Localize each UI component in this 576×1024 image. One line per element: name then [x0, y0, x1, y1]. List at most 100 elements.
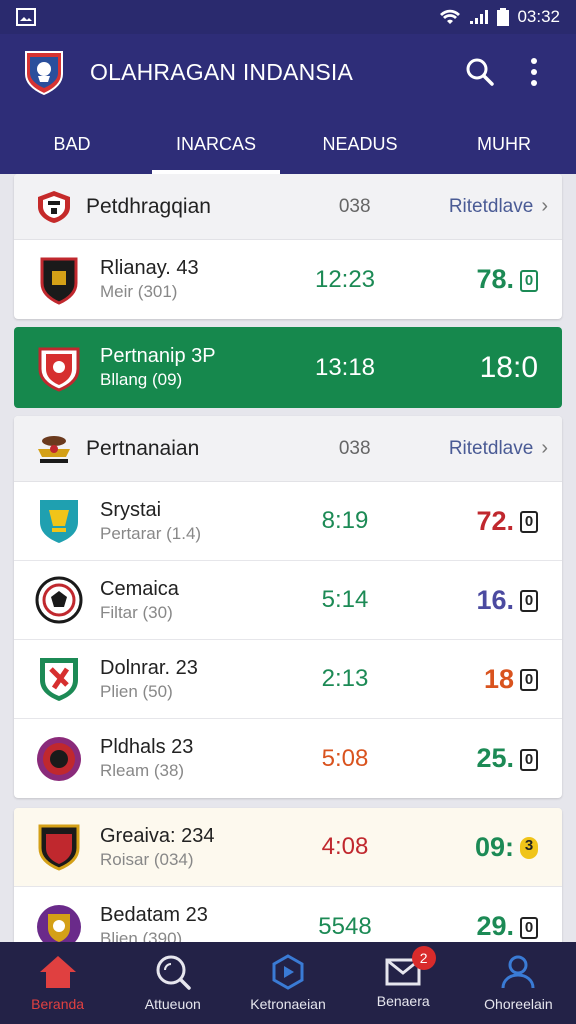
nav-beranda[interactable]: Beranda [0, 942, 115, 1024]
match-score: 78. 0 [410, 264, 542, 295]
score-value: 29. [476, 911, 514, 941]
match-row[interactable]: Pldhals 23 Rleam (38) 5:08 25. 0 [14, 719, 562, 798]
home-icon [39, 956, 76, 988]
search-icon [156, 955, 191, 990]
team-name: Bedatam 23 [100, 904, 208, 926]
team-logo-icon [40, 257, 78, 305]
nav-label: Ohoreelain [484, 996, 553, 1012]
live-match-row[interactable]: Pertnanip 3P Bllang (09) 13:18 18:0 [14, 327, 562, 408]
match-score: 16. 0 [410, 585, 542, 616]
league-card: Petdhragqian 038 Ritetdlave › Rlianay. 4… [14, 174, 562, 319]
match-score: 25. 0 [410, 743, 542, 774]
team-name: Pertnanip 3P [100, 345, 216, 367]
team-detail: Rleam (38) [100, 761, 185, 780]
team-detail: Roisar (034) [100, 849, 194, 869]
team-detail: Meir (301) [100, 282, 178, 301]
score-box-icon: 3 [520, 837, 538, 860]
nav-label: Beranda [31, 996, 85, 1012]
score-value: 72. [476, 505, 514, 536]
league-link[interactable]: Ritetdlave [449, 438, 534, 460]
search-icon [466, 58, 494, 86]
team-detail: Bllang (09) [100, 370, 183, 389]
team-logo-icon [38, 347, 80, 392]
image-icon [16, 8, 36, 26]
league-link[interactable]: Ritetdlave [449, 196, 534, 218]
match-row[interactable]: Greaiva: 234 Roisar (034) 4:08 09: 3 [14, 808, 562, 887]
score-value: 25. [476, 743, 514, 773]
team-name: Dolnrar. 23 [100, 656, 198, 679]
app-title: OLAHRAGAN INDANSIA [90, 58, 354, 85]
team-name: Cemaica [100, 577, 179, 600]
score-box-icon: 0 [520, 669, 538, 692]
score-box-icon: 0 [520, 511, 538, 534]
search-button[interactable] [460, 52, 500, 92]
league-header[interactable]: Petdhragqian 038 Ritetdlave › [14, 174, 562, 240]
team-logo-icon [40, 658, 78, 701]
nav-label: Ketronaeian [250, 996, 326, 1012]
team-logo-icon [40, 500, 78, 543]
team-detail: Plien (50) [100, 681, 173, 701]
match-row[interactable]: Cemaica Filtar (30) 5:14 16. 0 [14, 561, 562, 640]
bottom-nav: Beranda Attueuon Ketronaeian Benaera 2 O… [0, 942, 576, 1024]
nav-ohoreelain[interactable]: Ohoreelain [461, 942, 576, 1024]
more-vertical-icon [531, 58, 537, 86]
nav-benaera[interactable]: Benaera 2 [346, 942, 461, 1024]
app-bar: OLAHRAGAN INDANSIA [0, 34, 576, 110]
team-detail: Blien (390) [100, 929, 183, 942]
highlight-card: Greaiva: 234 Roisar (034) 4:08 09: 3 Beda… [14, 808, 562, 942]
match-time: 8:19 [321, 507, 369, 534]
app-logo-icon [25, 51, 63, 95]
nav-ketronaeian[interactable]: Ketronaeian [230, 942, 345, 1024]
league-name: Petdhragqian [86, 194, 211, 218]
team-detail: Pertarar (1.4) [100, 523, 202, 543]
match-time: 13:18 [314, 353, 376, 381]
score-box-icon: 0 [520, 748, 538, 771]
match-score: 18:0 [479, 350, 538, 384]
team-name: Srystai [100, 498, 162, 521]
score-value: 78. [476, 264, 514, 294]
match-score: 72. 0 [410, 506, 542, 537]
team-logo-icon [37, 904, 81, 942]
match-row[interactable]: Rlianay. 43 Meir (301) 12:23 78. 0 [14, 240, 562, 319]
notification-badge: 2 [411, 946, 436, 970]
tab-inarcas[interactable]: INARCAS [144, 110, 288, 174]
team-logo-icon [38, 824, 80, 871]
match-row[interactable]: Srystai Pertarar (1.4) 8:19 72. 0 [14, 482, 562, 561]
nav-label: Benaera [376, 993, 430, 1009]
wifi-icon [440, 9, 461, 24]
match-row[interactable]: Bedatam 23 Blien (390) 5548 29. 0 [14, 887, 562, 942]
nav-attueuon[interactable]: Attueuon [115, 942, 230, 1024]
status-time: 03:32 [517, 7, 560, 26]
match-time: 12:23 [314, 265, 376, 293]
team-logo-icon [37, 736, 81, 781]
league-count: 038 [338, 437, 371, 459]
score-value: 09: [474, 831, 514, 862]
tab-muhr[interactable]: MUHR [432, 110, 576, 174]
match-time: 4:08 [321, 833, 369, 860]
team-detail: Filtar (30) [100, 602, 173, 622]
tab-neadus[interactable]: NEADUS [288, 110, 432, 174]
status-bar: 03:32 [0, 0, 576, 34]
tab-bad[interactable]: BAD [0, 110, 144, 174]
nav-label: Attueuon [144, 996, 201, 1012]
match-score: 18 0 [410, 664, 542, 695]
league-card: Pertnanaian 038 Ritetdlave › Srystai Per… [14, 416, 562, 798]
match-time: 5548 [318, 912, 372, 940]
match-time: 2:13 [321, 665, 369, 692]
match-time: 5:14 [321, 586, 369, 613]
team-name: Rlianay. 43 [100, 257, 199, 279]
more-options-button[interactable] [514, 52, 554, 92]
team-name: Pldhals 23 [100, 736, 194, 758]
match-row[interactable]: Dolnrar. 23 Plien (50) 2:13 18 0 [14, 640, 562, 719]
league-header[interactable]: Pertnanaian 038 Ritetdlave › [14, 416, 562, 482]
chevron-right-icon: › [541, 437, 548, 459]
team-logo-icon [35, 576, 83, 624]
profile-icon [501, 955, 535, 989]
league-logo-icon [38, 190, 70, 223]
score-box-icon: 0 [520, 916, 538, 939]
match-score: 09: 3 [410, 832, 542, 863]
team-name: Greaiva: 234 [100, 824, 215, 847]
signal-icon [470, 10, 489, 24]
score-box-icon: 0 [520, 590, 538, 613]
video-icon [272, 954, 304, 990]
